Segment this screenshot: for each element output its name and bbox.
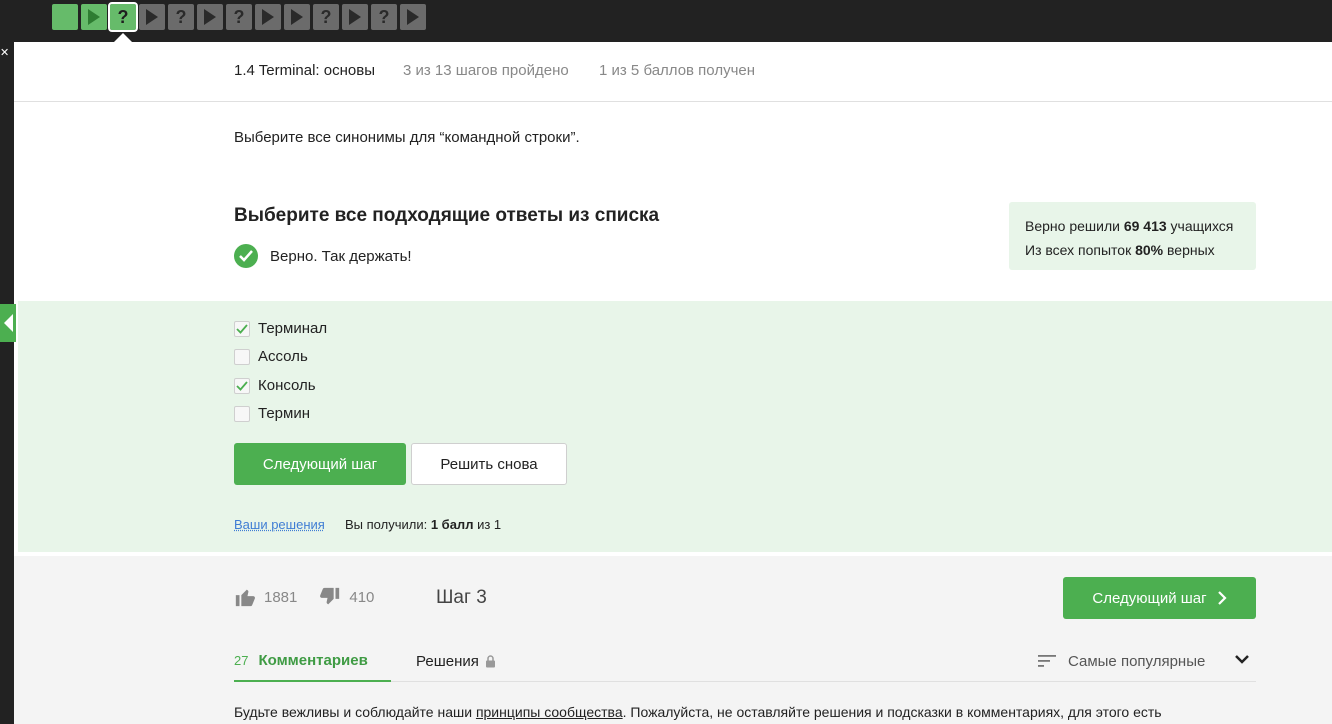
- step-13[interactable]: [400, 4, 426, 30]
- play-icon: [262, 9, 274, 25]
- quiz-title: Выберите все подходящие ответы из списка: [234, 205, 660, 226]
- step-9[interactable]: [284, 4, 310, 30]
- stats-attempts-line: Из всех попыток 80% верных: [1025, 238, 1240, 262]
- option-label: Терминал: [258, 320, 328, 337]
- score-prefix: Вы получили:: [345, 517, 428, 532]
- play-icon: [407, 9, 419, 25]
- tab-solutions-label: Решения: [416, 652, 479, 670]
- play-icon: [291, 9, 303, 25]
- stats-attempts-suffix: верных: [1167, 242, 1215, 258]
- lesson-title[interactable]: 1.4 Terminal: основы: [234, 62, 375, 79]
- check-circle-icon: [234, 244, 258, 268]
- checkbox-checked[interactable]: [234, 377, 250, 394]
- option-label: Ассоль: [258, 348, 308, 365]
- option-console[interactable]: Консоль: [234, 377, 316, 394]
- option-label: Консоль: [258, 377, 316, 394]
- tab-comments-label: Комментариев: [258, 651, 368, 669]
- step-7[interactable]: ?: [226, 4, 252, 30]
- like-button[interactable]: 1881: [234, 586, 297, 608]
- play-icon: [88, 9, 100, 25]
- collapse-left-icon: [3, 314, 13, 332]
- vote-controls: 1881 410: [234, 586, 386, 608]
- checkbox-unchecked[interactable]: [234, 348, 250, 365]
- play-icon: [204, 9, 216, 25]
- score-value: 1 балл: [430, 517, 474, 532]
- stats-attempts-percent: 80%: [1135, 242, 1164, 258]
- notice-prefix: Будьте вежливы и соблюдайте наши: [234, 704, 476, 720]
- sort-label: Самые популярные: [1068, 652, 1206, 670]
- step-6[interactable]: [197, 4, 223, 30]
- step-5[interactable]: ?: [168, 4, 194, 30]
- score-summary: Вы получили: 1 балл из 1: [345, 517, 501, 532]
- notice-suffix: . Пожалуйста, не оставляйте решения и по…: [622, 704, 1162, 720]
- step-12[interactable]: ?: [371, 4, 397, 30]
- answer-panel: Терминал Ассоль Консоль Термин Следующий…: [18, 301, 1332, 552]
- step-navigation-bar: ? ? ? ? ?: [0, 0, 1332, 42]
- current-step-pointer: [114, 33, 132, 42]
- community-guidelines-link[interactable]: принципы сообщества: [476, 704, 623, 720]
- footer-next-step-label: Следующий шаг: [1092, 589, 1207, 607]
- chevron-down-icon[interactable]: [1234, 653, 1250, 665]
- sort-dropdown[interactable]: Самые популярные: [1038, 640, 1205, 682]
- step-11[interactable]: [342, 4, 368, 30]
- stats-box: Верно решили 69 413 учащихся Из всех поп…: [1009, 202, 1256, 270]
- tab-solutions[interactable]: Решения: [416, 640, 496, 682]
- comments-count: 27: [234, 652, 249, 668]
- chevron-right-icon: [1217, 591, 1227, 605]
- play-icon: [146, 9, 158, 25]
- lock-icon: [485, 654, 495, 667]
- checkbox-checked[interactable]: [234, 320, 250, 337]
- question-icon: ?: [233, 6, 245, 27]
- discussion-tabs: 27 Комментариев Решения Самые популярные: [234, 640, 1256, 682]
- stats-solved-line: Верно решили 69 413 учащихся: [1025, 214, 1240, 238]
- thumbs-up-icon: [235, 589, 255, 607]
- step-1[interactable]: [52, 4, 78, 30]
- question-icon: ?: [320, 6, 332, 27]
- stats-solved-prefix: Верно решили: [1025, 218, 1120, 234]
- left-sidebar-rail: ✕: [0, 42, 14, 724]
- step-number: Шаг 3: [436, 587, 487, 608]
- stats-solved-count: 69 413: [1123, 218, 1167, 234]
- dislike-button[interactable]: 410: [319, 586, 374, 608]
- tab-comments[interactable]: 27 Комментариев: [234, 640, 391, 682]
- question-icon: ?: [378, 6, 390, 27]
- step-2[interactable]: [81, 4, 107, 30]
- score-suffix: из 1: [477, 517, 502, 532]
- step-8[interactable]: [255, 4, 281, 30]
- play-icon: [349, 9, 361, 25]
- option-term[interactable]: Термин: [234, 405, 310, 422]
- your-solutions-link[interactable]: Ваши решения: [234, 517, 325, 532]
- question-text: Выберите все синонимы для “командной стр…: [234, 129, 580, 146]
- thumbs-down-icon: [320, 587, 340, 605]
- lesson-progress-score: 1 из 5 баллов получен: [599, 62, 756, 79]
- close-icon[interactable]: ✕: [0, 46, 9, 59]
- community-notice: Будьте вежливы и соблюдайте наши принцип…: [234, 704, 1162, 720]
- sort-icon: [1038, 655, 1056, 667]
- option-label: Термин: [258, 405, 310, 422]
- question-icon: ?: [117, 6, 129, 27]
- step-3[interactable]: ?: [108, 2, 138, 32]
- step-list: ? ? ? ? ?: [52, 2, 426, 32]
- footer-next-step-button[interactable]: Следующий шаг: [1063, 577, 1256, 619]
- lesson-header: 1.4 Terminal: основы 3 из 13 шагов пройд…: [14, 42, 1332, 102]
- lesson-progress-steps: 3 из 13 шагов пройдено: [403, 62, 569, 79]
- collapse-sidebar-button[interactable]: [0, 304, 16, 342]
- step-10[interactable]: ?: [313, 4, 339, 30]
- question-icon: ?: [175, 6, 187, 27]
- result-message: Верно. Так держать!: [270, 247, 412, 265]
- stats-attempts-prefix: Из всех попыток: [1025, 242, 1132, 258]
- next-step-button[interactable]: Следующий шаг: [234, 443, 406, 485]
- step-4[interactable]: [139, 4, 165, 30]
- option-terminal[interactable]: Терминал: [234, 320, 327, 337]
- retry-button[interactable]: Решить снова: [411, 443, 567, 485]
- result-status: Верно. Так держать!: [234, 244, 412, 268]
- discussion-section: 1881 410 Шаг 3 Следующий шаг 27 Коммента…: [14, 556, 1332, 724]
- like-count: 1881: [264, 588, 298, 606]
- dislike-count: 410: [349, 588, 375, 606]
- stats-solved-suffix: учащихся: [1170, 218, 1234, 234]
- option-assol[interactable]: Ассоль: [234, 348, 308, 365]
- checkbox-unchecked[interactable]: [234, 405, 250, 422]
